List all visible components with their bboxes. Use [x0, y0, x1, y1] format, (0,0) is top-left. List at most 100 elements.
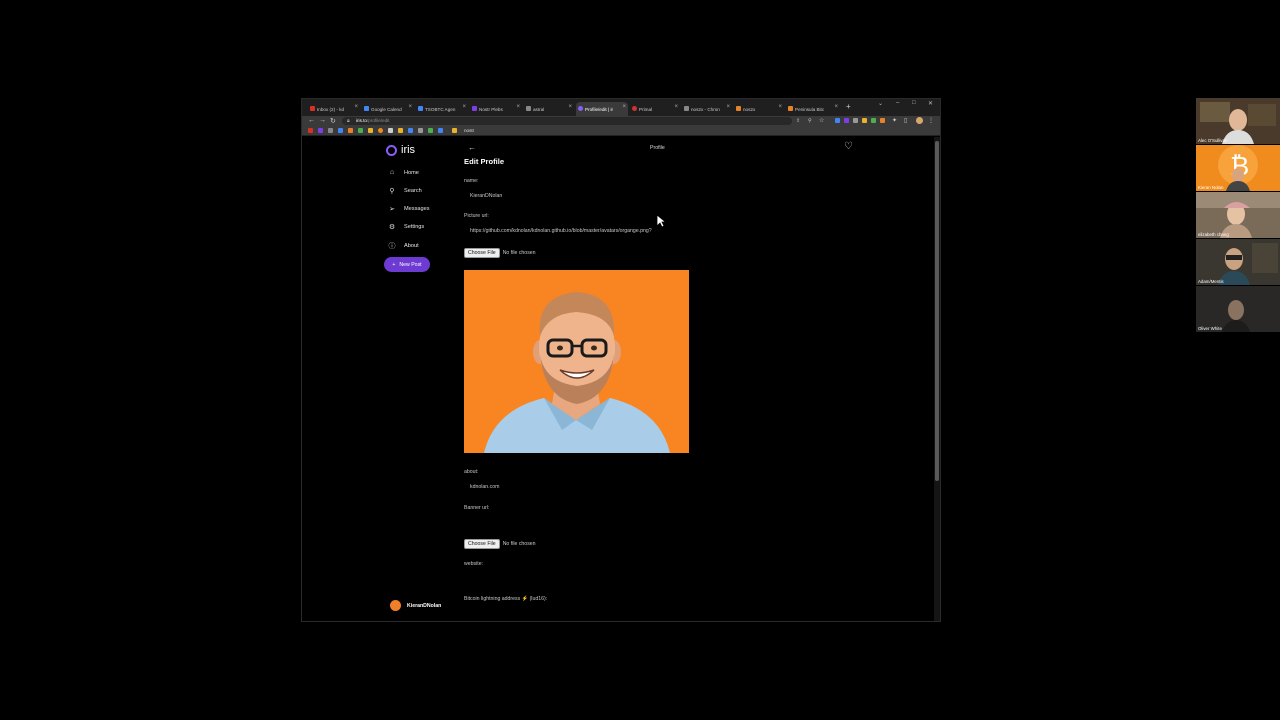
extension-icon[interactable] — [880, 118, 885, 123]
mouse-cursor-icon — [656, 214, 666, 228]
reload-icon[interactable]: ↻ — [330, 117, 336, 125]
extension-icon[interactable] — [862, 118, 867, 123]
bookmark-bitcoin-icon[interactable] — [378, 128, 383, 133]
tab-nos2x[interactable]: nos2x × — [734, 102, 784, 116]
bookmark-icon[interactable] — [338, 128, 343, 133]
picture-url-field[interactable]: https://github.com/kdnolan/kdnolan.githu… — [470, 228, 652, 234]
close-icon[interactable]: × — [834, 104, 838, 110]
extensions-puzzle-icon[interactable]: ✦ — [892, 117, 897, 124]
choose-file-button[interactable]: Choose File — [464, 538, 500, 549]
bookmark-icon[interactable] — [398, 128, 403, 133]
minimize-button[interactable]: – — [896, 100, 899, 106]
current-user[interactable]: KieranDNolan — [390, 600, 441, 611]
participant-tile[interactable]: Oliver White — [1196, 286, 1280, 332]
bookmark-folder-nostr[interactable]: nostr — [464, 127, 474, 135]
new-tab-button[interactable]: + — [846, 102, 851, 111]
close-icon[interactable]: × — [778, 104, 782, 110]
bookmark-icon[interactable] — [348, 128, 353, 133]
tab-primal[interactable]: Primal × — [630, 102, 680, 116]
close-icon[interactable]: × — [462, 104, 466, 110]
zoom-icon[interactable]: ⚲ — [808, 118, 812, 124]
back-arrow-icon[interactable]: ← — [308, 117, 315, 124]
extension-icon[interactable] — [835, 118, 840, 123]
share-icon[interactable]: ⇪ — [796, 118, 800, 124]
bookmark-icon[interactable] — [388, 128, 393, 133]
home-icon: ⌂ — [389, 169, 395, 176]
tab-astral[interactable]: astral × — [524, 102, 574, 116]
maximize-button[interactable]: □ — [912, 100, 916, 106]
lightning-address-label: Bitcoin lightning address ⚡ (lud16): — [464, 596, 548, 602]
extension-icon[interactable] — [853, 118, 858, 123]
about-field[interactable]: kdnolan.com — [470, 484, 499, 490]
sidebar-item-messages[interactable]: ➢ Messages — [388, 205, 429, 213]
sidebar-item-search[interactable]: ⚲ Search — [388, 187, 421, 195]
bitcoin-icon — [788, 106, 793, 111]
close-icon[interactable]: × — [622, 104, 626, 110]
bookmark-icon[interactable] — [328, 128, 333, 133]
bookmark-icon[interactable] — [428, 128, 433, 133]
bookmark-icon[interactable] — [318, 128, 323, 133]
url-bar[interactable]: 🔒︎ iris.to/profile/edit — [342, 117, 792, 125]
close-icon[interactable]: × — [516, 104, 520, 110]
bookmark-star-icon[interactable]: ☆ — [819, 117, 824, 124]
bookmark-icon[interactable] — [368, 128, 373, 133]
close-icon[interactable]: × — [568, 104, 572, 110]
tab-inbox[interactable]: Inbox (2) - kd × — [308, 102, 360, 116]
tab-strip: Inbox (2) - kd × Google Calend × TSOBTC Ag… — [302, 99, 940, 116]
bookmark-gmail-icon[interactable] — [308, 128, 313, 133]
scrollbar[interactable] — [934, 137, 940, 621]
profile-avatar[interactable] — [916, 117, 923, 124]
sidebar-item-home[interactable]: ⌂ Home — [388, 169, 419, 176]
iris-logo-icon — [386, 144, 397, 156]
heart-icon[interactable]: ♡ — [844, 141, 853, 152]
forward-arrow-icon[interactable]: → — [319, 117, 326, 124]
picture-url-label: Picture url: — [464, 213, 489, 219]
tab-nos2x-chrome[interactable]: nos2x - Chron × — [682, 102, 732, 116]
extension-icon[interactable] — [844, 118, 849, 123]
page-title: Edit Profile — [464, 157, 505, 166]
iris-logo[interactable]: iris — [386, 144, 415, 156]
profile-picture-preview — [464, 270, 689, 453]
participant-tile[interactable]: ₿ Kieran Nolan — [1196, 145, 1280, 191]
tab-nostr-plebs[interactable]: Nostr Plebs × — [470, 102, 522, 116]
close-icon[interactable]: × — [674, 104, 678, 110]
banner-file-picker[interactable]: Choose File No file chosen — [464, 538, 536, 549]
bookmark-icon[interactable] — [408, 128, 413, 133]
participant-tile[interactable]: Adam/Mentis — [1196, 239, 1280, 285]
gear-icon: ⚙ — [388, 224, 396, 231]
close-window-button[interactable]: ✕ — [928, 100, 933, 107]
close-icon[interactable]: × — [408, 104, 412, 110]
bookmark-icon[interactable] — [438, 128, 443, 133]
back-arrow-icon[interactable]: ← — [468, 143, 476, 152]
sidebar-item-about[interactable]: ⓘ About — [388, 241, 419, 251]
tab-tsobtc-agenda[interactable]: TSOBTC Agen × — [416, 102, 468, 116]
extension-icon[interactable] — [871, 118, 876, 123]
close-icon[interactable]: × — [354, 104, 358, 110]
choose-file-button[interactable]: Choose File — [464, 247, 500, 258]
tab-google-calendar[interactable]: Google Calend × — [362, 102, 414, 116]
close-icon[interactable]: × — [726, 104, 730, 110]
picture-file-picker[interactable]: Choose File No file chosen — [464, 247, 536, 258]
menu-kebab-icon[interactable]: ⋮ — [928, 117, 934, 124]
tab-profile-edit[interactable]: Profile/edit | ir × — [576, 102, 628, 116]
participant-tile[interactable]: Alec O'Sullivan — [1196, 98, 1280, 144]
tab-search-chevron-icon[interactable]: ⌄ — [878, 100, 883, 107]
scrollbar-thumb[interactable] — [935, 141, 939, 481]
participant-name: Kieran Nolan — [1198, 185, 1224, 190]
about-label: about: — [464, 469, 479, 475]
sidebar-item-settings[interactable]: ⚙ Settings — [388, 223, 424, 231]
page-content: iris ⌂ Home ⚲ Search ➢ Messages ⚙ Settin… — [302, 137, 940, 621]
new-post-button[interactable]: + New Post — [384, 257, 430, 272]
bookmark-icon[interactable] — [358, 128, 363, 133]
avatar — [390, 600, 401, 611]
tab-peninsula-bitcoin[interactable]: Peninsula Bitc × — [786, 102, 840, 116]
primal-icon — [632, 106, 637, 111]
name-field[interactable]: KieranDNolan — [470, 193, 502, 199]
website-label: website: — [464, 561, 484, 567]
bookmark-icon[interactable] — [418, 128, 423, 133]
page-heading: Profile — [650, 145, 665, 151]
sidepanel-icon[interactable]: ▯ — [904, 117, 907, 124]
participant-tile[interactable]: elizabeth chang — [1196, 192, 1280, 238]
video-call-participants: Alec O'Sullivan ₿ Kieran Nolan elizabeth… — [1196, 98, 1280, 332]
iris-icon — [578, 106, 583, 111]
